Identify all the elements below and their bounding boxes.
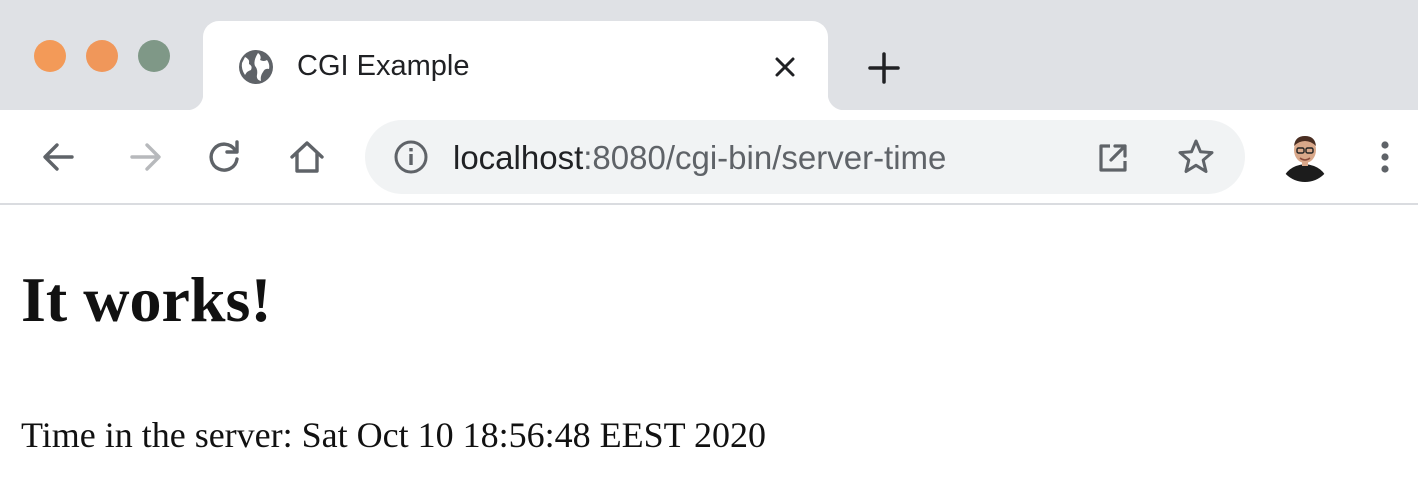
plus-icon[interactable] (862, 46, 906, 90)
close-icon[interactable] (769, 51, 801, 83)
arrow-right-icon (130, 143, 161, 171)
globe-icon (239, 50, 273, 84)
tab-strip: CGI Example (0, 0, 1418, 110)
address-bar[interactable]: localhost:8080/cgi-bin/server-time (365, 120, 1245, 194)
reload-button[interactable] (199, 132, 249, 182)
kebab-menu-icon[interactable] (1365, 132, 1405, 182)
window-minimize-button[interactable] (86, 40, 118, 72)
back-button[interactable] (33, 132, 83, 182)
avatar[interactable] (1278, 128, 1332, 182)
reload-icon (209, 140, 239, 172)
arrow-left-icon (43, 143, 74, 171)
external-link-icon[interactable] (1095, 140, 1131, 176)
url-path: :8080/cgi-bin/server-time (583, 139, 947, 176)
window-maximize-button[interactable] (138, 40, 170, 72)
page-heading: It works! (21, 264, 272, 335)
url-host: localhost (453, 139, 584, 176)
info-icon[interactable] (393, 139, 429, 175)
home-icon (290, 141, 324, 173)
server-time-text: Time in the server: Sat Oct 10 18:56:48 … (21, 415, 766, 455)
window-close-button[interactable] (34, 40, 66, 72)
profile-avatar-icon (1278, 128, 1332, 182)
browser-window: CGI Example localhost:8080/cgi-bin/serve… (0, 0, 1418, 501)
browser-toolbar: localhost:8080/cgi-bin/server-time (0, 110, 1418, 205)
url-text[interactable]: localhost:8080/cgi-bin/server-time (453, 138, 946, 178)
page-content: It works! Time in the server: Sat Oct 10… (0, 205, 1418, 501)
star-icon[interactable] (1176, 137, 1216, 177)
tab-title: CGI Example (297, 50, 470, 82)
forward-button[interactable] (121, 132, 171, 182)
home-button[interactable] (282, 132, 332, 182)
tab-cgi-example[interactable]: CGI Example (187, 21, 844, 110)
